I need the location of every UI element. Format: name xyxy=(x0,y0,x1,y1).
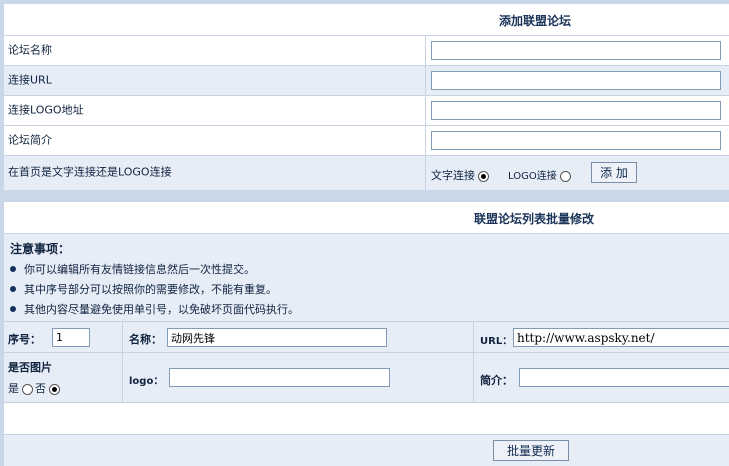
note-text-1: 你可以编辑所有友情链接信息然后一次性提交。 xyxy=(24,263,255,276)
notes-block: 注意事项： 你可以编辑所有友情链接信息然后一次性提交。 其中序号部分可以按照你的… xyxy=(4,234,729,322)
forum-name-row: 论坛名称 xyxy=(4,36,729,66)
is-image-options: 是否 xyxy=(8,380,62,396)
logo-url-row: 连接LOGO地址 xyxy=(4,96,729,126)
forum-name-input-cell xyxy=(425,36,729,65)
item-row-2: 是否图片 是否 logo： 简介： xyxy=(4,353,729,403)
name-cell: 名称： xyxy=(122,322,473,352)
link-url-label-cell: 连接URL xyxy=(4,66,425,95)
bullet-icon xyxy=(10,306,16,312)
logo-input[interactable] xyxy=(169,368,390,387)
logo-cell: logo： xyxy=(122,353,473,402)
yes-radio[interactable] xyxy=(22,383,33,395)
logo-url-label: 连接LOGO地址 xyxy=(8,102,84,116)
spacer-row xyxy=(4,403,729,435)
forum-intro-input[interactable] xyxy=(431,131,721,150)
link-type-options-cell: 文字连接 LOGO连接 添 加 xyxy=(425,156,729,190)
name-label: 名称： xyxy=(129,333,162,346)
intro-input[interactable] xyxy=(519,368,729,387)
item-row-1: 序号： 名称： URL： xyxy=(4,322,729,353)
forum-intro-row: 论坛简介 xyxy=(4,126,729,156)
forum-intro-label: 论坛简介 xyxy=(8,132,52,146)
forum-name-input[interactable] xyxy=(431,41,721,60)
batch-edit-header: 联盟论坛列表批量修改 xyxy=(4,202,729,234)
url-cell: URL： xyxy=(473,322,729,352)
bullet-icon xyxy=(10,286,16,292)
link-type-label-cell: 在首页是文字连接还是LOGO连接 xyxy=(4,156,425,190)
text-link-radio[interactable] xyxy=(478,170,489,182)
logo-url-label-cell: 连接LOGO地址 xyxy=(4,96,425,125)
is-image-cell: 是否图片 是否 xyxy=(4,353,122,402)
forum-name-label-cell: 论坛名称 xyxy=(4,36,425,65)
add-forum-panel: 添加联盟论坛 论坛名称 连接URL 连接LOGO地址 论坛简介 在首页是文字连接… xyxy=(4,4,729,190)
note-item-2: 其中序号部分可以按照你的需要修改，不能有重复。 xyxy=(10,281,277,297)
forum-intro-input-cell xyxy=(425,126,729,155)
no-radio[interactable] xyxy=(49,383,60,395)
link-url-input-cell xyxy=(425,66,729,95)
note-item-1: 你可以编辑所有友情链接信息然后一次性提交。 xyxy=(10,261,255,277)
bullet-icon xyxy=(10,266,16,272)
logo-label: logo： xyxy=(129,376,164,387)
batch-edit-title: 联盟论坛列表批量修改 xyxy=(474,212,595,226)
is-image-label: 是否图片 xyxy=(8,361,52,374)
add-forum-title: 添加联盟论坛 xyxy=(499,14,572,28)
no-label: 否 xyxy=(35,382,46,395)
yes-label: 是 xyxy=(8,382,19,395)
name-input[interactable] xyxy=(167,328,387,347)
url-input[interactable] xyxy=(513,328,729,347)
intro-cell: 简介： xyxy=(473,353,729,402)
logo-link-radio[interactable] xyxy=(559,170,571,182)
link-url-row: 连接URL xyxy=(4,66,729,96)
intro-label: 简介： xyxy=(480,374,513,387)
note-text-3: 其他内容尽量避免使用单引号，以免破坏页面代码执行。 xyxy=(24,303,299,316)
batch-update-button[interactable]: 批量更新 xyxy=(493,440,569,461)
link-url-label: 连接URL xyxy=(8,72,52,86)
notes-title: 注意事项： xyxy=(10,242,71,256)
logo-url-input[interactable] xyxy=(431,101,721,120)
add-button[interactable]: 添 加 xyxy=(591,162,637,183)
batch-edit-panel: 联盟论坛列表批量修改 注意事项： 你可以编辑所有友情链接信息然后一次性提交。 其… xyxy=(4,202,729,466)
note-item-3: 其他内容尽量避免使用单引号，以免破坏页面代码执行。 xyxy=(10,301,299,317)
add-forum-header: 添加联盟论坛 xyxy=(4,4,729,36)
link-url-input[interactable] xyxy=(431,71,721,90)
link-type-row: 在首页是文字连接还是LOGO连接 文字连接 LOGO连接 添 加 xyxy=(4,156,729,190)
seq-cell: 序号： xyxy=(4,322,122,352)
seq-input[interactable] xyxy=(52,328,90,347)
logo-url-input-cell xyxy=(425,96,729,125)
logo-link-label: LOGO连接 xyxy=(508,171,557,182)
forum-intro-label-cell: 论坛简介 xyxy=(4,126,425,155)
note-text-2: 其中序号部分可以按照你的需要修改，不能有重复。 xyxy=(24,283,277,296)
link-type-options: 文字连接 LOGO连接 xyxy=(431,167,573,183)
forum-name-label: 论坛名称 xyxy=(8,42,52,56)
link-type-label: 在首页是文字连接还是LOGO连接 xyxy=(8,165,172,179)
batch-update-row: 批量更新 xyxy=(4,435,729,466)
url-label: URL： xyxy=(480,336,513,347)
text-link-label: 文字连接 xyxy=(431,169,475,182)
seq-label: 序号： xyxy=(8,333,41,346)
